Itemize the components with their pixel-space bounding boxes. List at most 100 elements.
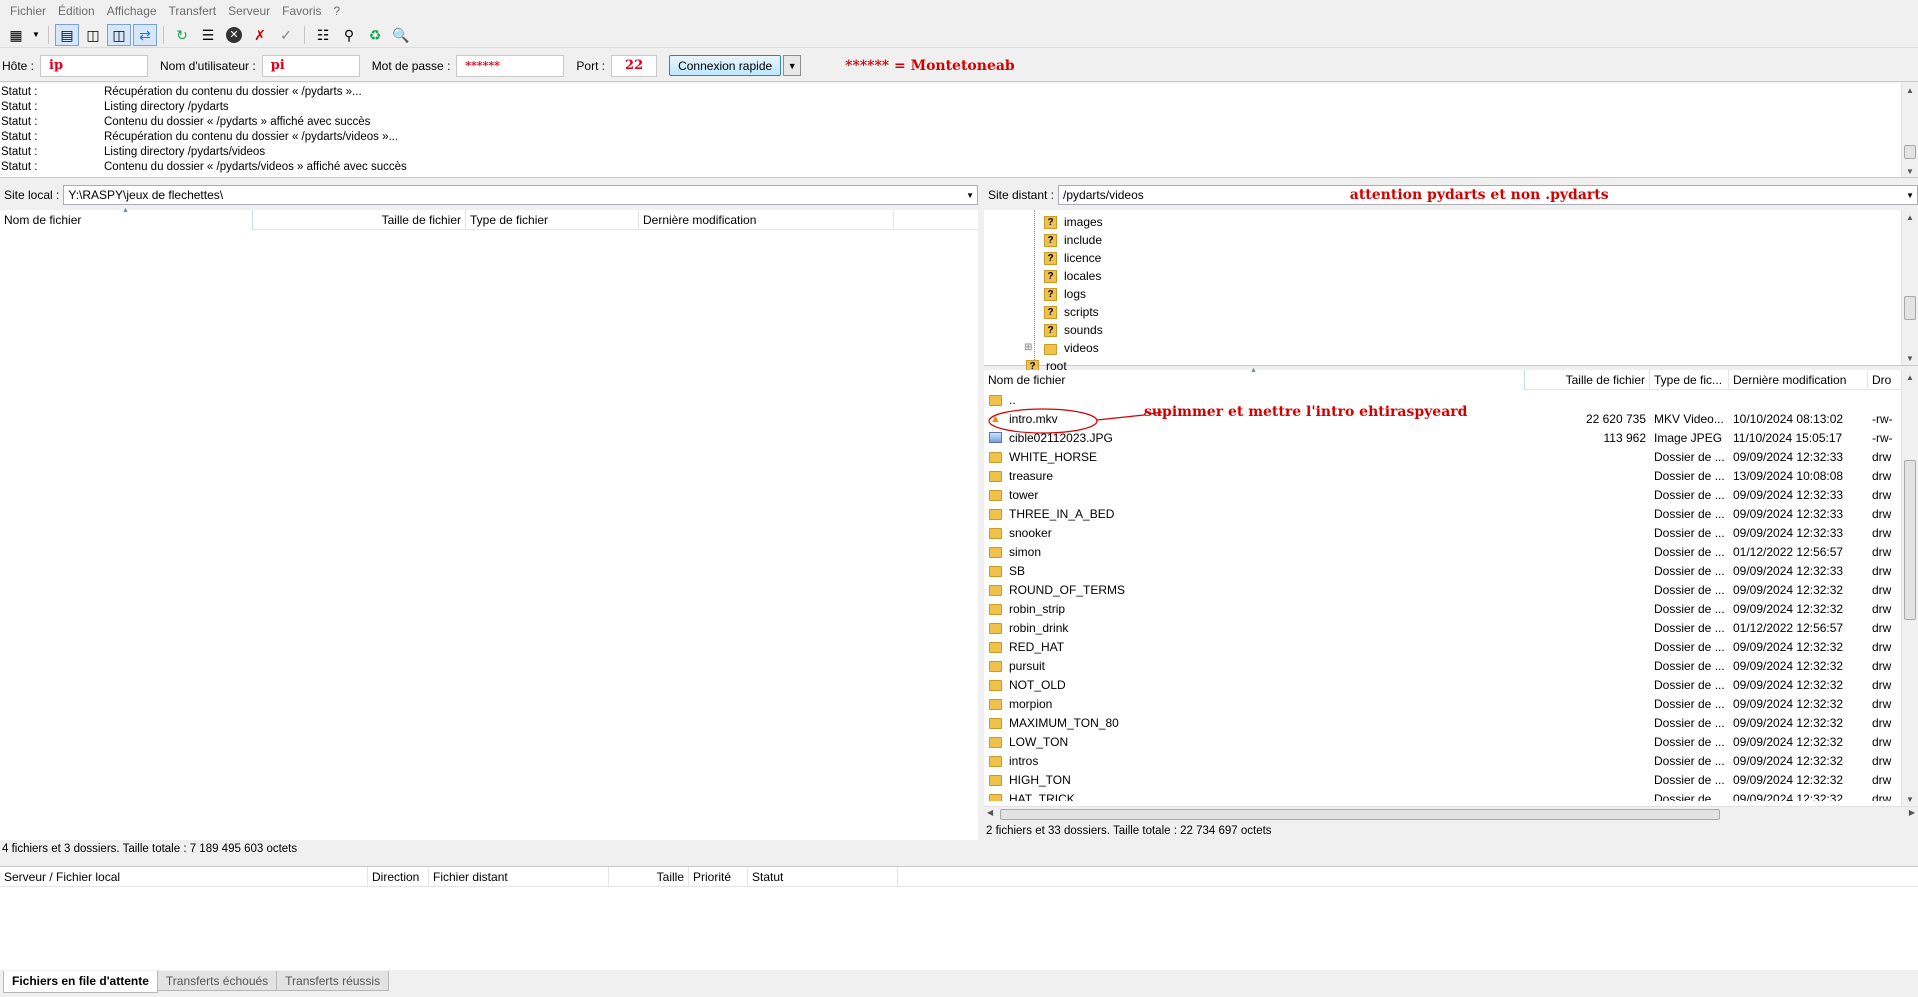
cancel-icon[interactable]: ✕ — [222, 24, 246, 46]
scroll-up-icon[interactable]: ▲ — [1902, 370, 1918, 384]
table-row[interactable]: robin_strip Dossier de ... 09/09/2024 12:3… — [984, 599, 1918, 618]
tree-item-licence[interactable]: ? licence — [1044, 249, 1101, 267]
scroll-thumb[interactable] — [1904, 460, 1916, 620]
table-row[interactable]: morpion Dossier de ... 09/09/2024 12:32:32… — [984, 694, 1918, 713]
tree-item-include[interactable]: ? include — [1044, 231, 1102, 249]
scroll-down-icon[interactable]: ▼ — [1902, 164, 1918, 177]
local-col-modified[interactable]: Dernière modification — [639, 209, 894, 230]
remote-vscrollbar[interactable]: ▲ ▼ — [1901, 370, 1918, 806]
queue-col-direction[interactable]: Direction — [368, 866, 429, 887]
queue-col-status[interactable]: Statut — [748, 866, 898, 887]
toggle-local-tree-icon[interactable]: ◫ — [81, 24, 105, 46]
tree-item-logs[interactable]: ? logs — [1044, 285, 1086, 303]
chevron-down-icon[interactable]: ▼ — [783, 55, 802, 76]
table-row[interactable]: HAT_TRICK Dossier de ... 09/09/2024 12:32:… — [984, 789, 1918, 801]
scroll-thumb[interactable] — [1000, 809, 1720, 820]
tree-item-scripts[interactable]: ? scripts — [1044, 303, 1099, 321]
port-input[interactable]: 22 — [611, 54, 658, 77]
queue-col-priority[interactable]: Priorité — [689, 866, 748, 887]
reconnect-icon[interactable]: ✓ — [274, 24, 298, 46]
scroll-left-icon[interactable]: ◀ — [987, 808, 993, 817]
tab-successful[interactable]: Transferts réussis — [276, 971, 390, 991]
remote-site-bar: Site distant : /pydarts/videos attention… — [984, 184, 1918, 206]
search-icon[interactable]: 🔍 — [389, 24, 413, 46]
password-input[interactable]: ****** — [456, 54, 565, 77]
table-row[interactable]: cible02112023.JPG 113 962 Image JPEG 11/10/… — [984, 428, 1918, 447]
expand-icon[interactable]: ⊞ — [1024, 339, 1032, 357]
table-row[interactable]: intros Dossier de ... 09/09/2024 12:32:32 d… — [984, 751, 1918, 770]
remote-col-size[interactable]: Taille de fichier — [1525, 369, 1650, 390]
disconnect-icon[interactable]: ✗ — [248, 24, 272, 46]
scroll-right-icon[interactable]: ▶ — [1909, 808, 1915, 817]
menu-item-5[interactable]: Favoris — [276, 4, 327, 18]
menu-item-1[interactable]: Édition — [52, 4, 101, 18]
site-manager-icon[interactable]: ▦ — [4, 24, 28, 46]
chevron-down-icon[interactable]: ▼ — [1906, 191, 1914, 200]
scroll-down-icon[interactable]: ▼ — [1902, 792, 1918, 806]
remote-col-type[interactable]: Type de fic... — [1650, 369, 1729, 390]
table-row[interactable]: simon Dossier de ... 01/12/2022 12:56:57 dr… — [984, 542, 1918, 561]
menu-item-2[interactable]: Affichage — [101, 4, 163, 18]
queue-col-local[interactable]: Serveur / Fichier local — [0, 866, 368, 887]
scroll-thumb[interactable] — [1904, 145, 1916, 159]
toggle-remote-tree-icon[interactable]: ◫ — [107, 23, 131, 46]
tree-scrollbar[interactable]: ▲ ▼ — [1901, 210, 1918, 365]
tree-item-images[interactable]: ? images — [1044, 213, 1103, 231]
toggle-log-icon[interactable]: ▤ — [55, 23, 79, 46]
table-row[interactable]: THREE_IN_A_BED Dossier de ... 09/09/2024 1… — [984, 504, 1918, 523]
tab-failed[interactable]: Transferts échoués — [156, 971, 278, 991]
log-scrollbar[interactable]: ▲ ▼ — [1901, 83, 1918, 177]
tree-item-sounds[interactable]: ? sounds — [1044, 321, 1103, 339]
remote-file-list[interactable]: Nom de fichier Taille de fichier Type de… — [984, 367, 1918, 822]
sync-browse-icon[interactable]: ♻ — [363, 24, 387, 46]
scroll-up-icon[interactable]: ▲ — [1902, 210, 1918, 224]
toggle-queue-icon[interactable]: ⇄ — [133, 23, 157, 46]
host-input[interactable]: ip — [40, 54, 149, 77]
tree-item-locales[interactable]: ? locales — [1044, 267, 1101, 285]
menu-item-3[interactable]: Transfert — [163, 4, 223, 18]
table-row[interactable]: RED_HAT Dossier de ... 09/09/2024 12:32:32… — [984, 637, 1918, 656]
table-row[interactable]: HIGH_TON Dossier de ... 09/09/2024 12:32:3… — [984, 770, 1918, 789]
table-row[interactable]: NOT_OLD Dossier de ... 09/09/2024 12:32:32… — [984, 675, 1918, 694]
scroll-down-icon[interactable]: ▼ — [1902, 351, 1918, 365]
table-row[interactable]: MAXIMUM_TON_80 Dossier de ... 09/09/2024 1… — [984, 713, 1918, 732]
table-row[interactable]: robin_drink Dossier de ... 01/12/2022 12:5… — [984, 618, 1918, 637]
local-col-type[interactable]: Type de fichier — [466, 209, 639, 230]
table-row[interactable]: ROUND_OF_TERMS Dossier de ... 09/09/2024 1… — [984, 580, 1918, 599]
message-log[interactable]: Statut : Récupération du contenu du dossi… — [0, 83, 1918, 178]
refresh-icon[interactable]: ↻ — [170, 24, 194, 46]
chevron-down-icon[interactable]: ▼ — [966, 191, 974, 200]
scroll-thumb[interactable] — [1904, 296, 1916, 320]
tree-item-videos[interactable]: ⊞ videos — [1024, 339, 1099, 357]
quickconnect-button[interactable]: Connexion rapide — [669, 55, 782, 76]
process-queue-icon[interactable]: ☰ — [196, 24, 220, 46]
tab-queued[interactable]: Fichiers en file d'attente — [3, 971, 158, 993]
remote-tree[interactable]: ? images? include? licence? locales? logs? scr… — [984, 210, 1918, 373]
remote-path-input[interactable]: /pydarts/videos attention pydarts et non… — [1058, 185, 1918, 205]
compare-icon[interactable]: ⚲ — [337, 24, 361, 46]
local-path-input[interactable]: Y:\RASPY\jeux de flechettes\ ▼ — [63, 185, 978, 205]
file-modified: 09/09/2024 12:32:33 — [1733, 506, 1844, 521]
table-row[interactable]: treasure Dossier de ... 13/09/2024 10:08:0… — [984, 466, 1918, 485]
username-input[interactable]: pi — [261, 54, 360, 77]
menu-item-0[interactable]: Fichier — [4, 4, 52, 18]
table-row[interactable]: tower Dossier de ... 09/09/2024 12:32:33 dr… — [984, 485, 1918, 504]
filter-icon[interactable]: ☷ — [311, 24, 335, 46]
table-row[interactable]: SB Dossier de ... 09/09/2024 12:32:33 drw — [984, 561, 1918, 580]
local-col-size[interactable]: Taille de fichier — [253, 209, 466, 230]
remote-col-perms[interactable]: Dro — [1868, 370, 1898, 390]
queue-col-size[interactable]: Taille — [609, 866, 689, 887]
scroll-up-icon[interactable]: ▲ — [1902, 83, 1918, 97]
menu-item-4[interactable]: Serveur — [222, 4, 276, 18]
remote-col-modified[interactable]: Dernière modification — [1729, 369, 1868, 390]
table-row[interactable]: pursuit Dossier de ... 09/09/2024 12:32:32… — [984, 656, 1918, 675]
menu-item-6[interactable]: ? — [328, 4, 347, 18]
table-row[interactable]: WHITE_HORSE Dossier de ... 09/09/2024 12:3… — [984, 447, 1918, 466]
remote-hscrollbar[interactable]: ◀ ▶ — [984, 806, 1918, 822]
table-row[interactable]: LOW_TON Dossier de ... 09/09/2024 12:32:32… — [984, 732, 1918, 751]
dropdown-icon[interactable]: ▼ — [30, 24, 42, 46]
transfer-queue[interactable]: Serveur / Fichier local Direction Fichie… — [0, 866, 1918, 970]
table-row[interactable]: snooker Dossier de ... 09/09/2024 12:32:33… — [984, 523, 1918, 542]
queue-col-remote[interactable]: Fichier distant — [429, 866, 609, 887]
local-file-list[interactable]: Nom de fichier Taille de fichier Type de… — [0, 206, 978, 840]
